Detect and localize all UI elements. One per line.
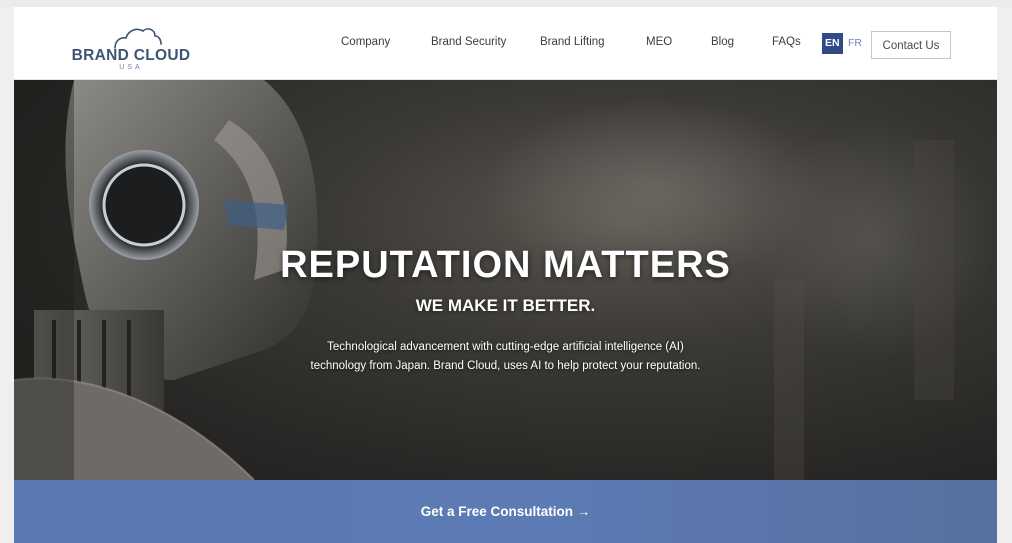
nav-item-meo[interactable]: MEO — [646, 36, 672, 48]
nav-item-brand-security[interactable]: Brand Security — [431, 36, 506, 48]
hero-description-line: Technological advancement with cutting-e… — [327, 341, 684, 353]
page: BRAND CLOUD USA Company Brand Security B… — [14, 7, 997, 543]
nav-item-company[interactable]: Company — [341, 36, 390, 48]
hero-section: REPUTATION MATTERS WE MAKE IT BETTER. Te… — [14, 80, 997, 480]
hero-description-line: technology from Japan. Brand Cloud, uses… — [310, 360, 701, 372]
nav-item-faqs[interactable]: FAQs — [772, 36, 801, 48]
nav-item-blog[interactable]: Blog — [711, 36, 734, 48]
brand-logo[interactable]: BRAND CLOUD USA — [63, 23, 199, 71]
browser-top-strip — [0, 0, 1012, 7]
nav-item-brand-lifting[interactable]: Brand Lifting — [540, 36, 605, 48]
contact-us-button[interactable]: Contact Us — [871, 31, 951, 59]
hero-description: Technological advancement with cutting-e… — [14, 338, 997, 376]
free-consultation-button[interactable]: Get a Free Consultation → — [14, 480, 997, 543]
hero-subtitle: WE MAKE IT BETTER. — [415, 296, 596, 315]
lang-en-button[interactable]: EN — [822, 33, 843, 54]
hero-title: REPUTATION MATTERS — [280, 244, 731, 286]
brand-name: BRAND CLOUD — [71, 47, 191, 64]
lang-fr-button[interactable]: FR — [845, 33, 865, 54]
brand-sub: USA — [119, 64, 143, 71]
site-header: BRAND CLOUD USA Company Brand Security B… — [14, 7, 997, 80]
cloud-icon — [114, 28, 162, 49]
